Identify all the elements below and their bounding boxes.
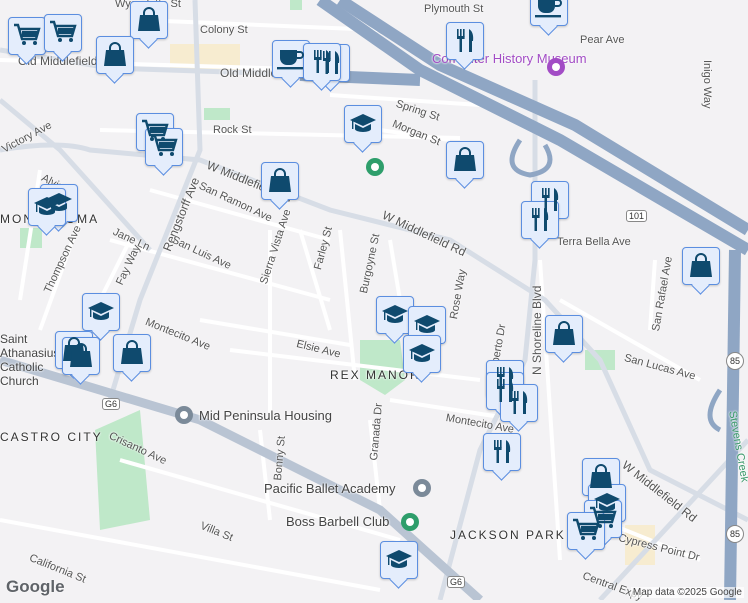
- poi-barbell-label[interactable]: Boss Barbell Club: [286, 514, 389, 529]
- school-marker[interactable]: [403, 335, 441, 373]
- restaurant-marker[interactable]: [483, 433, 521, 471]
- shopping-marker[interactable]: [682, 247, 720, 285]
- cart-icon: [572, 518, 600, 542]
- school-marker[interactable]: [344, 105, 382, 143]
- street-label: N Shoreline Blvd: [530, 285, 544, 375]
- street-label: Inigo Way: [701, 60, 713, 109]
- fork-knife-icon: [532, 208, 549, 231]
- grocery-marker[interactable]: [567, 512, 605, 550]
- restaurant-marker[interactable]: [446, 22, 484, 60]
- restaurant-marker[interactable]: [303, 43, 341, 81]
- museum-icon[interactable]: [547, 58, 565, 76]
- shopping-marker[interactable]: [130, 1, 168, 39]
- gym-pin-icon[interactable]: [401, 513, 419, 531]
- fork-knife-icon: [314, 50, 331, 73]
- fork-knife-icon: [511, 391, 528, 414]
- school-marker[interactable]: [28, 188, 66, 226]
- street-label: Terra Bella Ave: [557, 236, 631, 248]
- bag-icon: [69, 343, 93, 368]
- ca85-shield: 85: [726, 352, 744, 370]
- street-label: Pear Ave: [580, 34, 625, 46]
- coffee-icon: [535, 0, 562, 19]
- cafe-marker[interactable]: [530, 0, 568, 26]
- fork-knife-icon: [494, 440, 511, 463]
- school-marker[interactable]: [376, 296, 414, 334]
- area-label: JACKSON PARK: [450, 528, 566, 542]
- shopping-marker[interactable]: [62, 337, 100, 375]
- street-label: Plymouth St: [424, 3, 484, 15]
- graduation-cap-icon: [409, 344, 435, 362]
- building-icon[interactable]: [175, 406, 193, 424]
- street-label: Colony St: [200, 24, 248, 36]
- bag-icon: [137, 7, 161, 32]
- shopping-marker[interactable]: [545, 315, 583, 353]
- area-label: CASTRO CITY: [0, 430, 103, 444]
- graduation-cap-icon: [350, 114, 376, 132]
- bag-icon: [689, 253, 713, 278]
- grocery-marker[interactable]: [8, 17, 46, 55]
- shopping-marker[interactable]: [446, 141, 484, 179]
- bag-icon: [103, 42, 127, 67]
- graduation-cap-icon: [88, 302, 114, 320]
- bag-icon: [552, 321, 576, 346]
- us101-shield: 101: [626, 210, 648, 222]
- cart-icon: [49, 20, 77, 44]
- graduation-cap-icon: [414, 315, 440, 333]
- park-pin-icon[interactable]: [366, 158, 384, 176]
- pin-icon[interactable]: [413, 479, 431, 497]
- cart-icon: [150, 134, 178, 158]
- map-attribution[interactable]: Map data ©2025 Google: [630, 587, 744, 598]
- bag-icon: [268, 168, 292, 193]
- cart-icon: [13, 23, 41, 47]
- restaurant-marker[interactable]: [500, 384, 538, 422]
- shopping-marker[interactable]: [261, 162, 299, 200]
- poi-housing-label[interactable]: Mid Peninsula Housing: [199, 408, 332, 423]
- shopping-marker[interactable]: [96, 36, 134, 74]
- poi-ballet-label[interactable]: Pacific Ballet Academy: [264, 481, 396, 496]
- cafe-marker[interactable]: [272, 40, 310, 78]
- bag-icon: [589, 464, 613, 489]
- school-marker[interactable]: [380, 541, 418, 579]
- g6-shield: G6: [447, 576, 466, 588]
- graduation-cap-icon: [34, 197, 60, 215]
- coffee-icon: [277, 49, 304, 71]
- school-marker[interactable]: [82, 293, 120, 331]
- grocery-marker[interactable]: [145, 128, 183, 166]
- graduation-cap-icon: [382, 305, 408, 323]
- school-marker[interactable]: [408, 306, 446, 344]
- bag-icon: [453, 147, 477, 172]
- g6-shield: G6: [102, 398, 121, 410]
- area-label: Saint Athanasius Catholic Church: [0, 332, 60, 388]
- bag-icon: [120, 340, 144, 365]
- graduation-cap-icon: [386, 550, 412, 568]
- google-logo: Google: [6, 577, 65, 596]
- grocery-marker[interactable]: [44, 14, 82, 52]
- fork-knife-icon: [457, 29, 474, 52]
- shopping-marker[interactable]: [113, 334, 151, 372]
- ca85-shield: 85: [726, 525, 744, 543]
- restaurant-marker[interactable]: [521, 201, 559, 239]
- street-label: Rock St: [213, 124, 252, 136]
